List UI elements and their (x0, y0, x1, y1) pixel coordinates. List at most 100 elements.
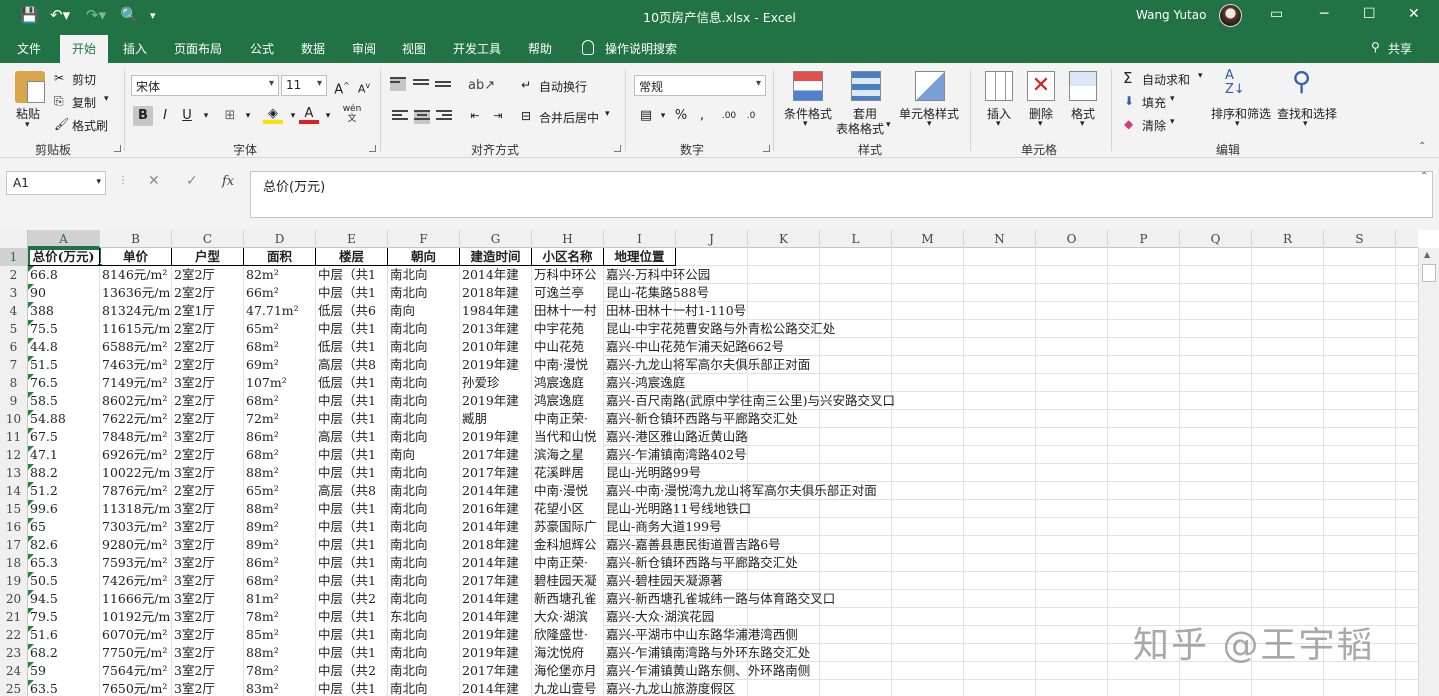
column-header[interactable]: I (604, 230, 676, 248)
cell[interactable] (1252, 374, 1324, 392)
cell[interactable] (1180, 482, 1252, 500)
cell[interactable]: 86m² (244, 428, 316, 446)
name-box[interactable]: A1 ▾ (6, 171, 106, 195)
increase-indent-icon[interactable]: ⇥ (488, 106, 508, 126)
cell[interactable]: 83m² (244, 680, 316, 696)
cell[interactable]: 44.8 (28, 338, 100, 356)
cell[interactable]: 中层（共1 (316, 680, 388, 696)
cell[interactable]: 2室1厅 (172, 302, 244, 320)
cell[interactable] (964, 572, 1036, 590)
cell[interactable] (748, 428, 820, 446)
cell[interactable] (1252, 338, 1324, 356)
cell[interactable] (1108, 428, 1180, 446)
cell[interactable]: 79.5 (28, 608, 100, 626)
sort-filter-button[interactable]: 排序和筛选 (1211, 105, 1271, 122)
cell[interactable] (1324, 302, 1396, 320)
cell[interactable]: 昆山-光明路99号 (604, 464, 701, 482)
cell[interactable] (892, 392, 964, 410)
cell[interactable] (1108, 266, 1180, 284)
number-format-select[interactable]: 常规 ▾ (634, 75, 766, 96)
column-header[interactable]: E (316, 230, 388, 248)
cell[interactable] (1324, 518, 1396, 536)
cell[interactable] (1036, 662, 1108, 680)
cell[interactable]: 50.5 (28, 572, 100, 590)
cell[interactable]: 中层（共1 (316, 320, 388, 338)
cell[interactable] (1252, 392, 1324, 410)
cell[interactable] (820, 410, 892, 428)
copy-icon[interactable]: ⎘ (54, 94, 64, 109)
cell[interactable]: 3室2厅 (172, 680, 244, 696)
tab-data[interactable]: 数据 (301, 40, 325, 57)
cell[interactable]: 臧朋 (460, 410, 532, 428)
cell[interactable]: 南北向 (388, 500, 460, 518)
cell[interactable]: 嘉兴-鸿宸逸庭 (604, 374, 685, 392)
cell[interactable] (820, 284, 892, 302)
cell[interactable]: 85m² (244, 626, 316, 644)
cell[interactable]: 2010年建 (460, 338, 532, 356)
row-header[interactable]: 13 (0, 464, 28, 482)
underline-icon[interactable]: U (177, 106, 197, 126)
cell[interactable]: 88m² (244, 464, 316, 482)
cell[interactable] (748, 464, 820, 482)
cell[interactable]: 1984年建 (460, 302, 532, 320)
cell[interactable]: 2014年建 (460, 608, 532, 626)
cell[interactable] (748, 572, 820, 590)
enter-icon[interactable]: ✓ (186, 173, 198, 189)
cell[interactable]: 3室2厅 (172, 662, 244, 680)
cell[interactable]: 7876元/m² (100, 482, 172, 500)
cell[interactable]: 2017年建 (460, 446, 532, 464)
cell[interactable]: 11615元/m² (100, 320, 172, 338)
cell[interactable] (1036, 266, 1108, 284)
cell[interactable]: 花溪畔居 (532, 464, 604, 482)
cell[interactable]: 南北向 (388, 392, 460, 410)
find-icon[interactable]: ⚲ (1292, 67, 1311, 97)
row-header[interactable]: 19 (0, 572, 28, 590)
ribbon-display-options-icon[interactable]: ▭ (1270, 6, 1283, 22)
cell[interactable]: 南北向 (388, 428, 460, 446)
cell[interactable] (1036, 464, 1108, 482)
cancel-icon[interactable]: ✕ (148, 173, 160, 189)
cell[interactable]: 2室2厅 (172, 356, 244, 374)
cell[interactable] (892, 590, 964, 608)
vertical-scrollbar[interactable]: ▲ (1418, 248, 1439, 696)
cell[interactable] (1108, 572, 1180, 590)
cell[interactable]: 65.3 (28, 554, 100, 572)
cell[interactable] (1252, 446, 1324, 464)
cell[interactable] (1036, 626, 1108, 644)
cell[interactable]: 6070元/m² (100, 626, 172, 644)
cell[interactable]: 68.2 (28, 644, 100, 662)
cell[interactable]: 89m² (244, 518, 316, 536)
align-bottom-icon[interactable] (435, 81, 451, 95)
cell[interactable]: 海沈悦府 (532, 644, 604, 662)
cell[interactable]: 昆山-光明路11号线地铁口 (604, 500, 751, 518)
cell[interactable]: 嘉兴-新西塘孔雀城纬一路与体育路交叉口 (604, 590, 835, 608)
cell[interactable]: 高层（共1 (316, 428, 388, 446)
cell[interactable]: 嘉兴-乍浦镇黄山路东侧、外环路南侧 (604, 662, 810, 680)
header-cell[interactable]: 面积 (244, 248, 316, 266)
column-header[interactable]: N (964, 230, 1036, 248)
align-middle-icon[interactable] (413, 79, 429, 93)
bold-icon[interactable]: B (133, 106, 153, 126)
cell[interactable] (1180, 356, 1252, 374)
cell[interactable] (892, 320, 964, 338)
borders-dropdown-icon[interactable]: ▾ (238, 106, 258, 126)
number-launcher-icon[interactable] (763, 145, 770, 152)
cell[interactable]: 72m² (244, 410, 316, 428)
cell[interactable]: 2017年建 (460, 464, 532, 482)
cell[interactable]: 新西塘孔雀 (532, 590, 604, 608)
cell[interactable] (1180, 464, 1252, 482)
cell[interactable]: 82m² (244, 266, 316, 284)
cell[interactable] (1324, 680, 1396, 696)
autosum-button[interactable]: 自动求和 (1142, 71, 1190, 88)
cell[interactable] (892, 518, 964, 536)
italic-icon[interactable]: I (155, 106, 175, 126)
row-header[interactable]: 3 (0, 284, 28, 302)
cell[interactable]: 2019年建 (460, 644, 532, 662)
header-cell[interactable]: 朝向 (388, 248, 460, 266)
cell[interactable] (1252, 284, 1324, 302)
cell[interactable] (1036, 356, 1108, 374)
header-cell[interactable]: 户型 (172, 248, 244, 266)
align-center-icon[interactable] (414, 110, 430, 124)
tab-formulas[interactable]: 公式 (250, 40, 274, 57)
comma-style-icon[interactable]: , (692, 106, 712, 126)
